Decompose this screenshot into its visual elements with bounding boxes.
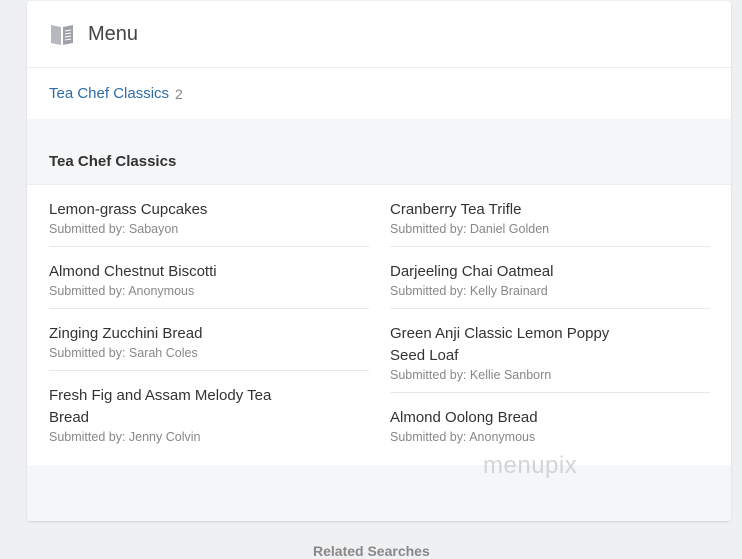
menu-column-right: Cranberry Tea Trifle Submitted by: Danie…: [390, 185, 710, 454]
menu-item[interactable]: Zinging Zucchini Bread Submitted by: Sar…: [49, 309, 369, 371]
menu-item-name[interactable]: Fresh Fig and Assam Melody Tea Bread: [49, 385, 289, 429]
menu-item[interactable]: Green Anji Classic Lemon Poppy Seed Loaf…: [390, 309, 710, 393]
menu-item-name[interactable]: Green Anji Classic Lemon Poppy Seed Loaf: [390, 323, 630, 367]
menu-item-name[interactable]: Zinging Zucchini Bread: [49, 323, 369, 345]
menu-header: Menu: [27, 1, 731, 68]
menu-item-name[interactable]: Lemon-grass Cupcakes: [49, 199, 369, 221]
menu-item[interactable]: Cranberry Tea Trifle Submitted by: Danie…: [390, 185, 710, 247]
menu-item[interactable]: Almond Chestnut Biscotti Submitted by: A…: [49, 247, 369, 309]
category-link-row: Tea Chef Classics 2: [27, 68, 731, 119]
menu-item-submitter: Submitted by: Kellie Sanborn: [390, 368, 552, 382]
menu-item-name[interactable]: Almond Oolong Bread: [390, 407, 710, 429]
menu-items-grid: Lemon-grass Cupcakes Submitted by: Sabay…: [27, 185, 731, 465]
menu-item-submitter: Submitted by: Sabayon: [49, 222, 179, 236]
menu-item[interactable]: Almond Oolong Bread Submitted by: Anonym…: [390, 393, 710, 454]
menu-item[interactable]: Lemon-grass Cupcakes Submitted by: Sabay…: [49, 185, 369, 247]
card-footer: [27, 465, 731, 521]
menu-title: Menu: [88, 22, 139, 45]
menu-item-submitter: Submitted by: Sarah Coles: [49, 346, 198, 360]
section-title: Tea Chef Classics: [49, 153, 177, 170]
menu-card: Menu Tea Chef Classics 2 Tea Chef Classi…: [27, 1, 731, 521]
category-link[interactable]: Tea Chef Classics: [49, 85, 169, 102]
menu-column-left: Lemon-grass Cupcakes Submitted by: Sabay…: [49, 185, 369, 454]
menu-item[interactable]: Fresh Fig and Assam Melody Tea Bread Sub…: [49, 371, 369, 454]
watermark-logo: menupix: [483, 452, 578, 479]
book-icon: [49, 21, 75, 47]
menu-item-name[interactable]: Darjeeling Chai Oatmeal: [390, 261, 710, 283]
menu-item[interactable]: Darjeeling Chai Oatmeal Submitted by: Ke…: [390, 247, 710, 309]
related-searches-heading: Related Searches: [313, 543, 430, 559]
menu-item-submitter: Submitted by: Anonymous: [49, 284, 195, 298]
menu-item-submitter: Submitted by: Daniel Golden: [390, 222, 550, 236]
menu-item-submitter: Submitted by: Kelly Brainard: [390, 284, 548, 298]
menu-item-name[interactable]: Almond Chestnut Biscotti: [49, 261, 369, 283]
menu-item-submitter: Submitted by: Jenny Colvin: [49, 430, 201, 444]
menu-item-name[interactable]: Cranberry Tea Trifle: [390, 199, 710, 221]
category-count: 2: [175, 85, 183, 102]
menu-item-submitter: Submitted by: Anonymous: [390, 430, 536, 444]
section-header: Tea Chef Classics: [27, 119, 731, 185]
